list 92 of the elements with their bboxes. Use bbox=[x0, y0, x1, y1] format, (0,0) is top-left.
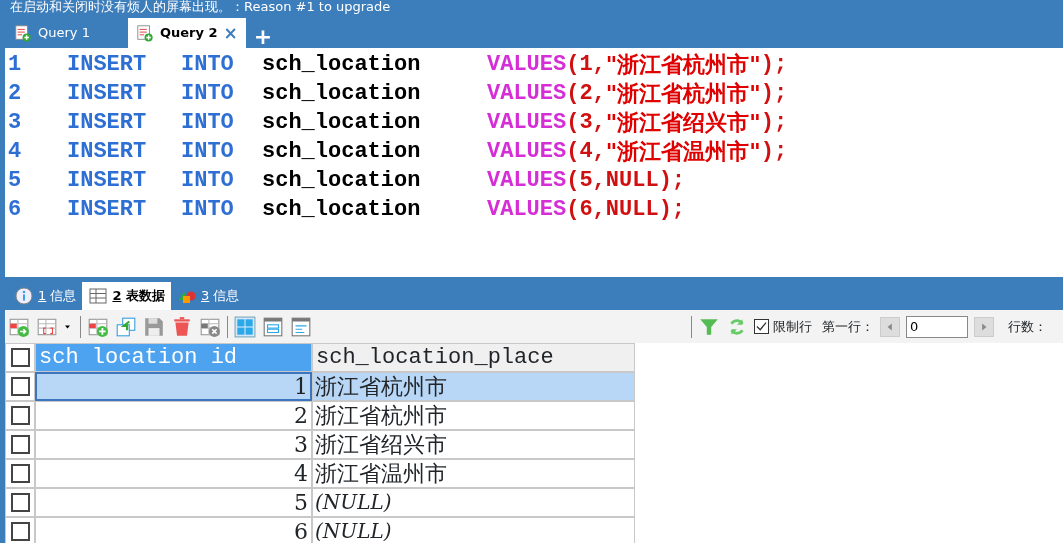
code-token: "浙江省杭州市" bbox=[605, 79, 761, 108]
line-number: 1 bbox=[7, 51, 23, 79]
code-token: INTO bbox=[181, 167, 235, 195]
table-cell: 浙江省温州市 bbox=[312, 459, 635, 488]
row-checkbox[interactable] bbox=[10, 493, 30, 512]
row-checkbox[interactable] bbox=[10, 435, 30, 454]
code-token: (1, bbox=[566, 51, 606, 79]
code-token: "浙江省温州市" bbox=[605, 137, 761, 166]
column-header[interactable]: sch_location_place bbox=[312, 343, 635, 372]
check-icon bbox=[755, 320, 768, 333]
row-checkbox[interactable] bbox=[10, 522, 30, 541]
code-token: INSERT bbox=[67, 51, 148, 79]
code-token: sch_location bbox=[262, 138, 422, 166]
result-tab[interactable]: 3 信息 bbox=[171, 282, 246, 310]
code-token: INSERT bbox=[67, 138, 148, 166]
form-view-icon[interactable] bbox=[262, 315, 284, 338]
first-row-input[interactable]: 0 bbox=[906, 315, 968, 338]
code-token: INSERT bbox=[67, 109, 148, 137]
table-cell: (NULL) bbox=[312, 517, 635, 543]
select-all-checkbox[interactable] bbox=[10, 348, 30, 367]
new-tab-button[interactable]: + bbox=[245, 26, 281, 48]
limit-rows-label: 限制行 bbox=[773, 317, 812, 336]
query-tab[interactable]: Query 2 × bbox=[127, 18, 246, 48]
table-cell: 4 bbox=[35, 459, 312, 488]
code-token: sch_location bbox=[262, 80, 422, 108]
code-token: (2, bbox=[566, 80, 606, 108]
line-number: 2 bbox=[7, 80, 23, 108]
code-token: INTO bbox=[181, 109, 235, 137]
code-token: ); bbox=[760, 51, 788, 79]
table-cell: 浙江省杭州市 bbox=[312, 372, 635, 401]
table-cell: (NULL) bbox=[312, 488, 635, 517]
copy-arrow-icon[interactable] bbox=[115, 315, 137, 338]
sql-editor[interactable] bbox=[5, 48, 1063, 277]
line-number: 3 bbox=[7, 109, 23, 137]
code-token: INTO bbox=[181, 51, 235, 79]
close-icon[interactable]: × bbox=[223, 24, 238, 42]
code-token: INSERT bbox=[67, 80, 148, 108]
first-row-label: 第一行： bbox=[822, 317, 874, 336]
next-button[interactable] bbox=[974, 316, 994, 337]
line-number: 4 bbox=[7, 138, 23, 166]
row-count-label: 行数： bbox=[1008, 317, 1047, 336]
table-cell: 浙江省杭州市 bbox=[312, 401, 635, 430]
code-token: INSERT bbox=[67, 196, 148, 224]
code-token: sch_location bbox=[262, 51, 422, 79]
code-token: "浙江省杭州市" bbox=[605, 50, 761, 79]
code-token: VALUES bbox=[487, 196, 567, 224]
table-cell: 3 bbox=[35, 430, 312, 459]
code-token: VALUES bbox=[487, 167, 567, 195]
delete-icon[interactable] bbox=[171, 315, 193, 338]
code-token: VALUES bbox=[487, 80, 567, 108]
code-token: INSERT bbox=[67, 167, 148, 195]
row-checkbox[interactable] bbox=[10, 406, 30, 425]
table-cell: 1 bbox=[35, 372, 312, 401]
code-token: VALUES bbox=[487, 51, 567, 79]
query-document-icon bbox=[14, 24, 32, 42]
query-tab[interactable]: Query 1 bbox=[6, 18, 98, 48]
code-token: sch_location bbox=[262, 196, 422, 224]
code-token: sch_location bbox=[262, 167, 422, 195]
code-token: VALUES bbox=[487, 109, 567, 137]
line-number: 5 bbox=[7, 167, 23, 195]
code-token: ); bbox=[760, 109, 788, 137]
table-cell: 浙江省绍兴市 bbox=[312, 430, 635, 459]
code-token: (4, bbox=[566, 138, 606, 166]
banner-text: 在启动和关闭时没有烦人的屏幕出现。：Reason #1 to upgrade bbox=[9, 0, 392, 16]
code-token: sch_location bbox=[262, 109, 422, 137]
info-icon bbox=[14, 286, 34, 306]
line-number: 6 bbox=[7, 196, 23, 224]
grid-view-icon[interactable] bbox=[234, 315, 256, 338]
code-token: INTO bbox=[181, 196, 235, 224]
previous-button[interactable] bbox=[880, 316, 900, 337]
table-cell: 5 bbox=[35, 488, 312, 517]
row-checkbox[interactable] bbox=[10, 377, 30, 396]
text-view-icon[interactable] bbox=[290, 315, 312, 338]
row-checkbox[interactable] bbox=[10, 464, 30, 483]
code-token: INTO bbox=[181, 80, 235, 108]
code-token: "浙江省绍兴市" bbox=[605, 108, 761, 137]
result-tab[interactable]: 2 表数据 bbox=[82, 282, 171, 310]
column-header[interactable]: sch location id bbox=[35, 343, 312, 372]
table-cell: 2 bbox=[35, 401, 312, 430]
table-cell: 6 bbox=[35, 517, 312, 543]
code-token: VALUES bbox=[487, 138, 567, 166]
code-token: ); bbox=[760, 138, 788, 166]
query-document-icon bbox=[135, 24, 154, 42]
code-token: (6,NULL); bbox=[566, 196, 686, 224]
result-tab[interactable]: 1 信息 bbox=[8, 282, 83, 310]
table-icon bbox=[88, 286, 109, 306]
code-token: (5,NULL); bbox=[566, 167, 686, 195]
save-icon[interactable] bbox=[143, 315, 165, 338]
code-token: ); bbox=[760, 80, 788, 108]
code-token: INTO bbox=[181, 138, 235, 166]
code-token: (3, bbox=[566, 109, 606, 137]
limit-rows-checkbox[interactable] bbox=[754, 319, 769, 334]
